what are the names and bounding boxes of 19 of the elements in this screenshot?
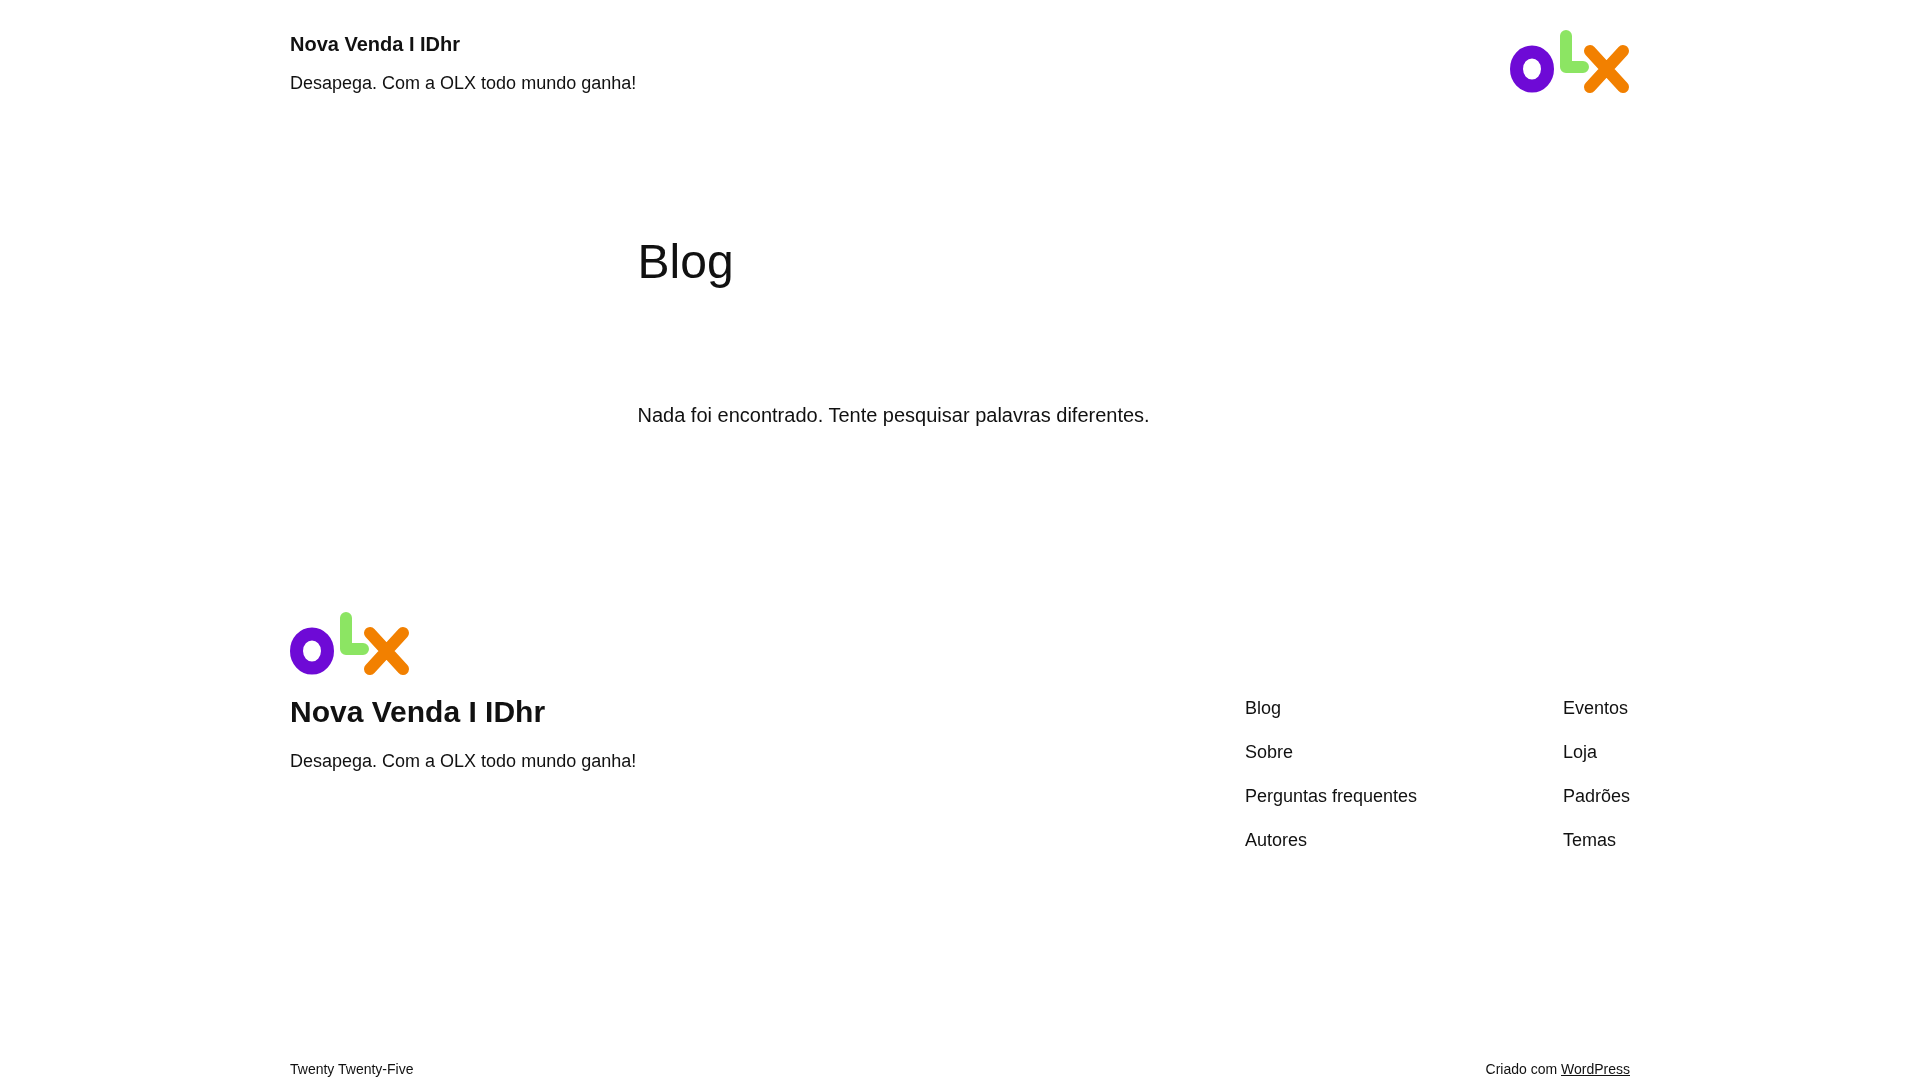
theme-credit: Twenty Twenty-Five [290, 1060, 414, 1079]
site-logo[interactable] [290, 612, 410, 675]
site-tagline: Desapega. Com a OLX todo mundo ganha! [290, 72, 637, 95]
footer-nav-link[interactable]: Blog [1244, 695, 1281, 721]
footer-tagline: Desapega. Com a OLX todo mundo ganha! [290, 750, 637, 773]
wordpress-link[interactable]: WordPress [1561, 1061, 1630, 1077]
site-logo[interactable] [1510, 30, 1630, 93]
footer-nav-link[interactable]: Padrões [1562, 783, 1630, 809]
footer-nav-link[interactable]: Loja [1562, 739, 1597, 765]
footer-nav-link[interactable]: Sobre [1244, 739, 1293, 765]
footer-nav-link[interactable]: Perguntas frequentes [1244, 783, 1418, 809]
page-title: Blog [637, 234, 735, 290]
footer-nav-link[interactable]: Temas [1562, 827, 1616, 853]
site-title[interactable]: Nova Venda I IDhr [290, 30, 461, 58]
credit-text: Criado com WordPress [1485, 1060, 1630, 1079]
footer-site-title[interactable]: Nova Venda I IDhr [290, 693, 546, 731]
footer-nav-link[interactable]: Eventos [1562, 695, 1628, 721]
no-results-message: Nada foi encontrado. Tente pesquisar palavras diferentes. [637, 403, 1151, 428]
footer-nav-link[interactable]: Autores [1244, 827, 1307, 853]
